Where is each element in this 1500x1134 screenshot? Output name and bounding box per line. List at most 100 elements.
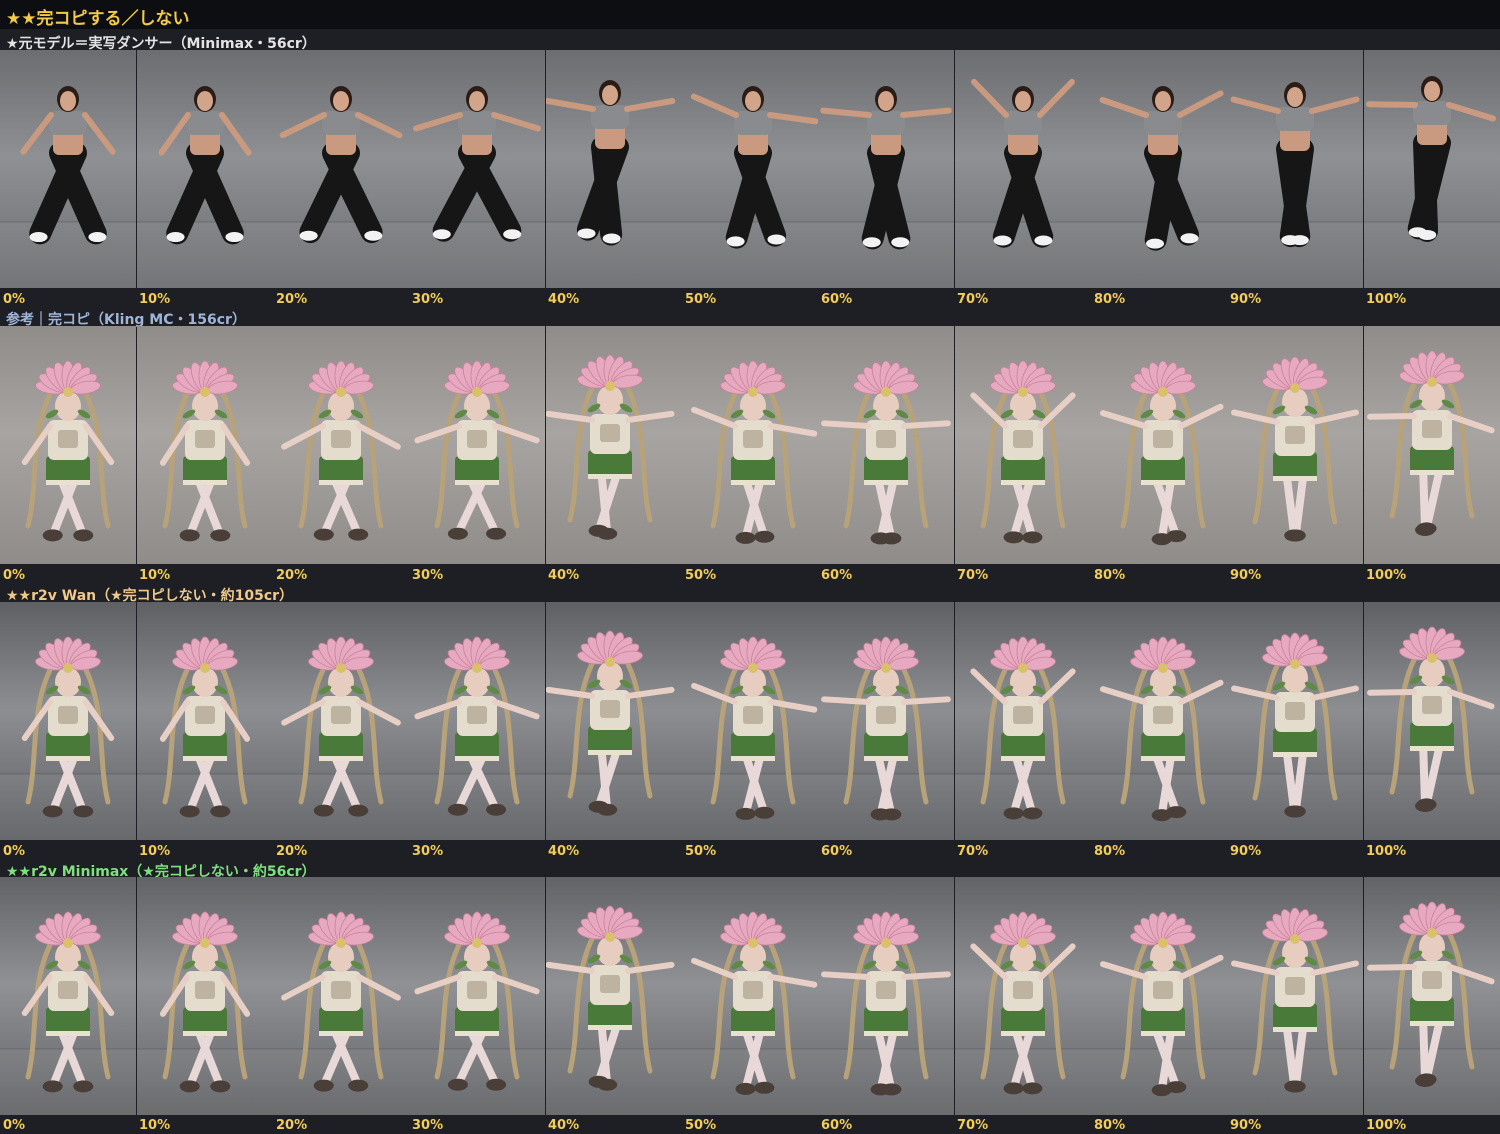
flower-character-figure — [1091, 602, 1227, 840]
page-title: ★★完コピする／しない — [6, 9, 190, 29]
flower-character-figure — [1364, 326, 1500, 564]
progress-label: 80% — [1094, 844, 1126, 859]
progress-label: 70% — [957, 292, 989, 307]
flower-character-figure — [0, 602, 136, 840]
page-header: ★★完コピする／しない — [0, 0, 1500, 29]
flower-character-figure — [1364, 602, 1500, 840]
flower-character-figure — [818, 326, 954, 564]
flower-character-figure — [409, 602, 545, 840]
progress-label: 100% — [1366, 844, 1407, 859]
progress-label: 20% — [276, 568, 308, 583]
progress-label: 60% — [821, 844, 853, 859]
flower-character-figure — [955, 602, 1091, 840]
dancer-figure — [546, 50, 682, 288]
dance-frame — [1091, 602, 1227, 840]
dance-frame — [1091, 50, 1227, 288]
flower-character-figure — [409, 877, 545, 1115]
dance-frame — [1227, 877, 1364, 1115]
progress-label: 90% — [1230, 568, 1262, 583]
progress-labels: 0% 10% 20% 30% 40% 50% 60% 70% 80% 90% 100% — [0, 844, 1500, 860]
progress-label: 40% — [548, 292, 580, 307]
dance-frame — [1091, 877, 1227, 1115]
progress-label: 10% — [139, 292, 171, 307]
dance-frame — [682, 326, 818, 564]
flower-character-figure — [818, 602, 954, 840]
dance-frame — [273, 602, 409, 840]
dance-frame — [409, 877, 546, 1115]
flower-character-figure — [1227, 326, 1363, 564]
dance-frame — [1227, 326, 1364, 564]
progress-label: 80% — [1094, 568, 1126, 583]
dancer-figure — [409, 50, 545, 288]
dancer-figure — [137, 50, 273, 288]
dance-frame — [955, 602, 1091, 840]
dancer-figure — [273, 50, 409, 288]
flower-character-figure — [1227, 877, 1363, 1115]
dancer-figure — [955, 50, 1091, 288]
dance-frame — [818, 877, 955, 1115]
progress-label: 20% — [276, 292, 308, 307]
progress-label: 70% — [957, 844, 989, 859]
progress-label: 30% — [412, 292, 444, 307]
flower-character-figure — [546, 326, 682, 564]
dance-frame — [0, 602, 137, 840]
flower-character-figure — [818, 877, 954, 1115]
dance-frame — [273, 877, 409, 1115]
progress-label: 40% — [548, 844, 580, 859]
progress-label: 70% — [957, 568, 989, 583]
dance-frame — [273, 326, 409, 564]
flower-character-figure — [955, 877, 1091, 1115]
flower-character-figure — [409, 326, 545, 564]
progress-labels: 0% 10% 20% 30% 40% 50% 60% 70% 80% 90% 100% — [0, 568, 1500, 584]
dance-frame — [273, 50, 409, 288]
dancer-figure — [1091, 50, 1227, 288]
dance-frame — [682, 50, 818, 288]
dance-frame — [1364, 877, 1500, 1115]
flower-character-figure — [682, 326, 818, 564]
progress-label: 90% — [1230, 292, 1262, 307]
dance-frame — [137, 877, 273, 1115]
dancer-figure — [818, 50, 954, 288]
progress-label: 60% — [821, 568, 853, 583]
progress-label: 50% — [685, 844, 717, 859]
flower-character-figure — [0, 326, 136, 564]
dance-frame — [546, 326, 682, 564]
dance-frame — [0, 326, 137, 564]
progress-label: 100% — [1366, 292, 1407, 307]
dance-frame — [0, 877, 137, 1115]
dance-frame — [682, 602, 818, 840]
dance-frame — [409, 326, 546, 564]
dance-frame — [409, 602, 546, 840]
frame-strip-kling-mc — [0, 326, 1500, 564]
flower-character-figure — [1227, 602, 1363, 840]
progress-label: 10% — [139, 844, 171, 859]
flower-character-figure — [955, 326, 1091, 564]
dance-frame — [546, 602, 682, 840]
dance-frame — [1227, 602, 1364, 840]
flower-character-figure — [137, 602, 273, 840]
dance-frame — [137, 326, 273, 564]
flower-character-figure — [0, 877, 136, 1115]
dancer-figure — [1227, 50, 1363, 288]
dance-frame — [818, 602, 955, 840]
progress-label: 50% — [685, 292, 717, 307]
dance-frame — [1091, 326, 1227, 564]
dance-frame — [546, 877, 682, 1115]
dancer-figure — [0, 50, 136, 288]
flower-character-figure — [273, 602, 409, 840]
progress-label: 50% — [685, 568, 717, 583]
dance-frame — [1364, 602, 1500, 840]
progress-labels: 0% 10% 20% 30% 40% 50% 60% 70% 80% 90% 100% — [0, 1118, 1500, 1134]
progress-labels: 0% 10% 20% 30% 40% 50% 60% 70% 80% 90% 100% — [0, 292, 1500, 308]
progress-label: 90% — [1230, 844, 1262, 859]
flower-character-figure — [682, 602, 818, 840]
frame-strip-r2v-minimax — [0, 877, 1500, 1115]
frame-strip-real-dancer — [0, 50, 1500, 288]
progress-label: 20% — [276, 844, 308, 859]
dance-frame — [1364, 326, 1500, 564]
flower-character-figure — [273, 326, 409, 564]
flower-character-figure — [137, 326, 273, 564]
progress-label: 0% — [3, 568, 26, 583]
dance-frame — [955, 50, 1091, 288]
dance-frame — [955, 877, 1091, 1115]
